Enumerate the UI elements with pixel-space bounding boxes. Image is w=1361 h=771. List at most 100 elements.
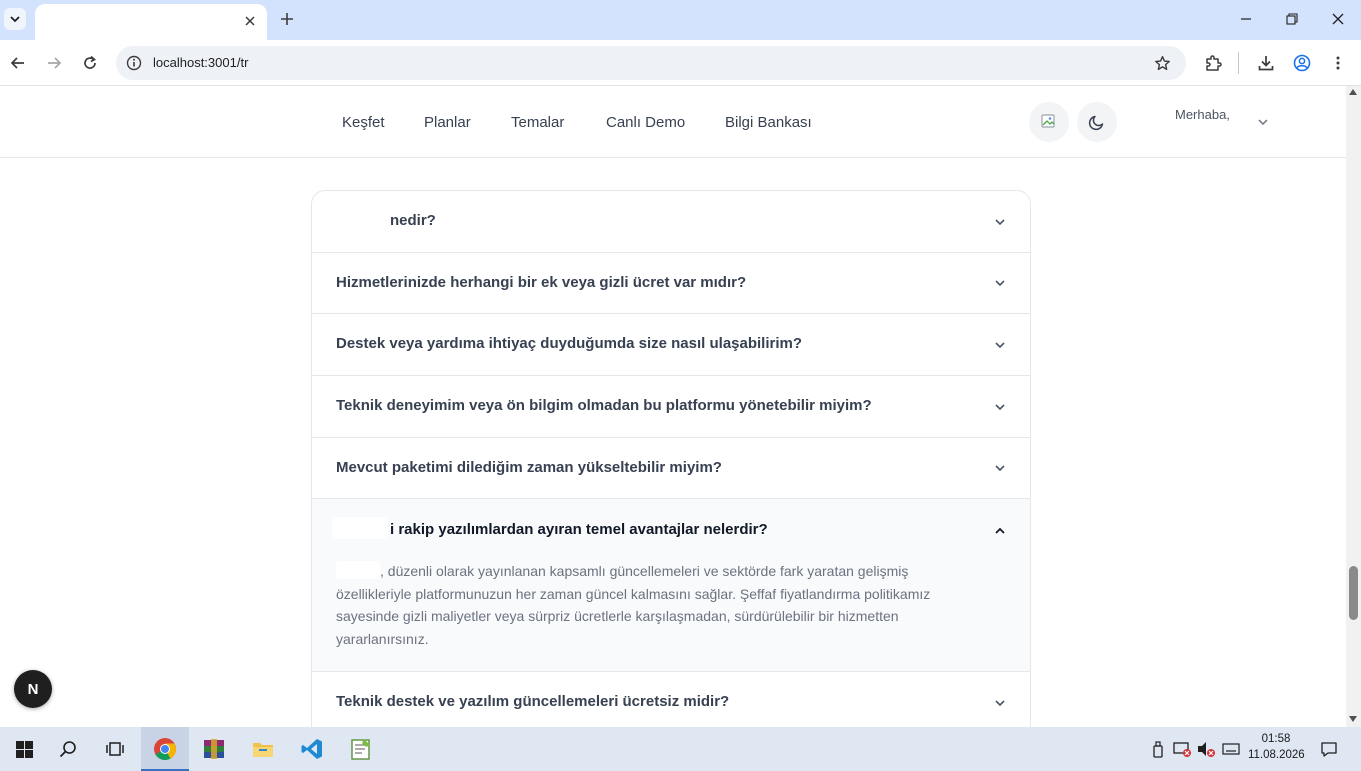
theme-toggle-button[interactable] [1077,102,1117,142]
minimize-icon [1241,18,1251,20]
reload-button[interactable] [78,51,102,75]
network-disconnected-icon[interactable] [1172,739,1192,759]
close-icon [245,16,255,26]
nextjs-logo-letter: N [27,680,39,698]
back-button[interactable] [6,51,30,75]
faq-toggle[interactable] [992,399,1008,415]
language-keyboard-icon[interactable] [1221,739,1241,759]
faq-question: Teknik deneyimim veya ön bilgim olmadan … [336,397,872,414]
windows-taskbar: 01:58 11.08.2026 [0,727,1361,771]
more-vertical-icon [1336,56,1340,70]
faq-answer-text: , düzenli olarak yayınlanan kapsamlı gün… [336,563,931,647]
bookmark-star-icon[interactable] [1152,53,1172,73]
new-tab-button[interactable] [277,9,297,29]
moon-icon [1088,115,1104,131]
arrow-left-icon [10,57,24,69]
download-icon [1258,56,1274,71]
faq-question: Teknik destek ve yazılım güncellemeleri … [336,693,730,710]
taskbar-chrome[interactable] [141,727,189,771]
page-viewport: Keşfet Planlar Temalar Canlı Demo Bilgi … [0,86,1346,727]
faq-item-1[interactable]: nedir? [312,191,1030,253]
taskbar-winrar[interactable] [190,727,238,771]
faq-question: Hizmetlerinizde herhangi bir ek veya giz… [336,274,747,291]
reload-icon [84,55,96,69]
taskbar-notepad-plus[interactable] [337,727,385,771]
arrow-right-icon [48,57,62,69]
faq-toggle[interactable] [992,337,1008,353]
downloads-button[interactable] [1254,51,1278,75]
site-info-icon[interactable] [124,53,144,73]
search-icon [59,741,76,758]
chevron-down-icon [995,342,1005,349]
browser-tab-strip [0,0,1361,40]
start-button[interactable] [0,727,48,771]
page-scrollbar[interactable] [1346,86,1361,727]
faq-answer: , düzenli olarak yayınlanan kapsamlı gün… [336,560,976,650]
profile-button[interactable] [1290,51,1314,75]
winrar-icon [204,739,224,759]
faq-question: Destek veya yardıma ihtiyaç duyduğumda s… [336,335,803,352]
extensions-button[interactable] [1201,51,1225,75]
faq-accordion: nedir? Hizmetlerinizde herhangi bir ek v… [311,190,1031,727]
taskbar-vscode[interactable] [288,727,336,771]
close-icon [1332,13,1344,25]
chevron-down-icon [995,219,1005,226]
user-menu-toggle[interactable] [1255,114,1271,130]
faq-toggle[interactable] [992,523,1008,539]
language-button[interactable] [1029,102,1069,142]
nextjs-dev-badge[interactable]: N [14,670,52,708]
usb-device-icon[interactable] [1148,739,1168,759]
nav-link-canli-demo[interactable]: Canlı Demo [606,114,685,131]
redacted-brand-name [332,517,388,539]
user-greeting[interactable]: Merhaba, [1175,107,1230,122]
chevron-down-icon [995,404,1005,411]
scrollbar-thumb[interactable] [1349,566,1358,620]
faq-item-2[interactable]: Hizmetlerinizde herhangi bir ek veya giz… [312,253,1030,314]
browser-toolbar: localhost:3001/tr [0,40,1361,86]
tab-close-button[interactable] [241,12,259,30]
faq-toggle[interactable] [992,695,1008,711]
task-view-button[interactable] [91,727,139,771]
window-restore-button[interactable] [1280,8,1304,30]
notepad-icon [351,739,370,760]
nav-link-planlar[interactable]: Planlar [424,114,471,131]
nav-link-temalar[interactable]: Temalar [511,114,564,131]
faq-toggle[interactable] [992,275,1008,291]
nav-link-bilgi-bankasi[interactable]: Bilgi Bankası [725,114,812,131]
address-bar[interactable]: localhost:3001/tr [116,46,1186,80]
faq-toggle[interactable] [992,214,1008,230]
forward-button[interactable] [42,51,66,75]
faq-item-4[interactable]: Teknik deneyimim veya ön bilgim olmadan … [312,376,1030,438]
browser-tab-active[interactable] [35,4,267,40]
chevron-down-icon [995,465,1005,472]
search-button[interactable] [44,727,92,771]
window-close-button[interactable] [1326,8,1350,30]
taskbar-file-explorer[interactable] [239,727,287,771]
chevron-down-icon [995,700,1005,707]
chevron-down-icon [995,280,1005,287]
tab-search-button[interactable] [4,8,26,30]
faq-item-7[interactable]: Teknik destek ve yazılım güncellemeleri … [312,672,1030,727]
faq-item-3[interactable]: Destek veya yardıma ihtiyaç duyduğumda s… [312,314,1030,376]
faq-question: nedir? [390,212,436,229]
faq-item-6-expanded[interactable]: i rakip yazılımlardan ayıran temel avant… [312,499,1030,672]
chrome-icon [154,738,176,760]
restore-icon [1286,13,1298,25]
scroll-up-arrow-icon[interactable] [1349,89,1357,95]
faq-toggle[interactable] [992,460,1008,476]
chevron-down-icon [1258,119,1268,126]
faq-item-5[interactable]: Mevcut paketimi dilediğim zaman yükselte… [312,438,1030,499]
redacted-brand-name [336,561,380,579]
faq-question: Mevcut paketimi dilediğim zaman yükselte… [336,459,722,476]
window-minimize-button[interactable] [1234,8,1258,30]
volume-muted-icon[interactable] [1196,739,1216,759]
scroll-down-arrow-icon[interactable] [1349,716,1357,722]
puzzle-icon [1206,55,1222,71]
nav-link-kesfet[interactable]: Keşfet [342,114,385,131]
taskbar-clock[interactable]: 01:58 11.08.2026 [1248,731,1305,763]
clock-time: 01:58 [1261,733,1291,745]
chevron-up-icon [995,527,1005,534]
notifications-icon[interactable] [1319,739,1339,759]
browser-menu-button[interactable] [1326,51,1350,75]
clock-date: 11.08.2026 [1248,749,1305,761]
